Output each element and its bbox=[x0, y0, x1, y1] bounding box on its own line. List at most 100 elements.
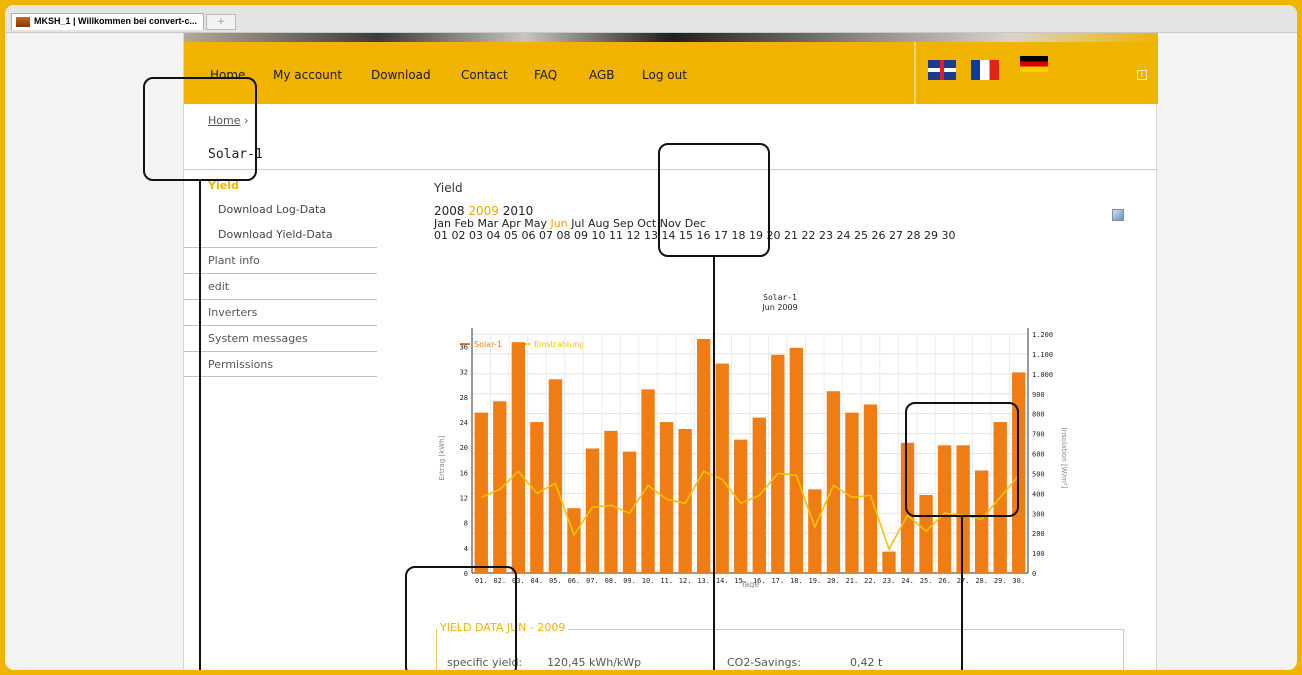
y2-tick-label: 0 bbox=[1032, 570, 1036, 578]
bar-day-22 bbox=[863, 404, 878, 573]
y2-tick-label: 1.000 bbox=[1032, 371, 1053, 379]
x-axis-label: Tage bbox=[740, 580, 760, 588]
nav-download[interactable]: Download bbox=[371, 68, 431, 82]
x-tick-label: 09. bbox=[623, 577, 636, 585]
y2-tick-label: 500 bbox=[1032, 470, 1045, 478]
bar-day-19 bbox=[808, 489, 822, 573]
x-tick-label: 10. bbox=[642, 577, 655, 585]
day-link-30[interactable]: 30 bbox=[942, 229, 956, 242]
y2-tick-label: 100 bbox=[1032, 550, 1045, 558]
bar-day-13 bbox=[696, 339, 711, 573]
bar-day-08 bbox=[604, 430, 618, 573]
uk-flag-icon[interactable] bbox=[928, 60, 956, 80]
sidebar-item-download-yield-data[interactable]: Download Yield-Data bbox=[184, 222, 377, 247]
browser-window: MKSH_1 | Willkommen bei convert-c... + H… bbox=[0, 0, 1302, 675]
x-tick-label: 07. bbox=[586, 577, 599, 585]
y-tick-label: 28 bbox=[460, 394, 468, 402]
y-tick-label: 8 bbox=[464, 520, 468, 528]
y-tick-label: 36 bbox=[460, 344, 468, 352]
day-link-27[interactable]: 27 bbox=[889, 229, 903, 242]
nav-agb[interactable]: AGB bbox=[589, 68, 615, 82]
year-link-2008[interactable]: 2008 bbox=[434, 204, 465, 218]
yield-heading: Yield bbox=[434, 181, 463, 195]
nav-my-account[interactable]: My account bbox=[273, 68, 342, 82]
sidebar-item-edit[interactable]: edit bbox=[184, 273, 377, 299]
x-tick-label: 05. bbox=[549, 577, 562, 585]
day-link-11[interactable]: 11 bbox=[609, 229, 623, 242]
x-tick-label: 11. bbox=[660, 577, 673, 585]
year-link-2010[interactable]: 2010 bbox=[503, 204, 534, 218]
sidebar-item-plant-info[interactable]: Plant info bbox=[184, 247, 377, 273]
info-icon[interactable]: i bbox=[1137, 70, 1147, 80]
france-flag-icon[interactable] bbox=[971, 60, 999, 80]
day-link-23[interactable]: 23 bbox=[819, 229, 833, 242]
bar-day-11 bbox=[659, 422, 674, 573]
bar-day-15 bbox=[734, 439, 748, 573]
main-navbar: Home My account Download Contact FAQ AGB… bbox=[184, 42, 1158, 104]
day-link-10[interactable]: 10 bbox=[592, 229, 606, 242]
y2-tick-label: 700 bbox=[1032, 431, 1045, 439]
day-link-08[interactable]: 08 bbox=[557, 229, 571, 242]
bar-day-07 bbox=[585, 448, 600, 573]
sidebar-item-yield[interactable]: Yield bbox=[184, 179, 377, 197]
bar-day-23 bbox=[882, 551, 896, 573]
x-tick-label: 21. bbox=[846, 577, 859, 585]
year-link-2009[interactable]: 2009 bbox=[468, 204, 499, 218]
bar-day-06 bbox=[567, 508, 581, 573]
day-link-02[interactable]: 02 bbox=[452, 229, 466, 242]
x-tick-label: 20. bbox=[827, 577, 840, 585]
day-link-12[interactable]: 12 bbox=[627, 229, 641, 242]
x-tick-label: 19. bbox=[809, 577, 822, 585]
y-tick-label: 4 bbox=[464, 545, 468, 553]
day-link-24[interactable]: 24 bbox=[837, 229, 851, 242]
day-link-25[interactable]: 25 bbox=[854, 229, 868, 242]
bar-day-10 bbox=[641, 389, 655, 573]
day-link-21[interactable]: 21 bbox=[784, 229, 798, 242]
day-link-13[interactable]: 13 bbox=[644, 229, 658, 242]
y-tick-label: 24 bbox=[460, 419, 468, 427]
y2-tick-label: 1.200 bbox=[1032, 331, 1053, 339]
day-link-07[interactable]: 07 bbox=[539, 229, 553, 242]
day-link-28[interactable]: 28 bbox=[907, 229, 921, 242]
bar-day-18 bbox=[789, 347, 804, 573]
day-link-26[interactable]: 26 bbox=[872, 229, 886, 242]
legend-label-einstrahlung: Einstrahlung bbox=[534, 340, 584, 349]
day-link-01[interactable]: 01 bbox=[434, 229, 448, 242]
export-icon[interactable] bbox=[1112, 209, 1124, 221]
day-link-22[interactable]: 22 bbox=[802, 229, 816, 242]
x-tick-label: 30. bbox=[1012, 577, 1025, 585]
day-link-03[interactable]: 03 bbox=[469, 229, 483, 242]
callout-line bbox=[961, 517, 963, 670]
germany-flag-icon[interactable] bbox=[1020, 56, 1048, 72]
sidebar-item-inverters[interactable]: Inverters bbox=[184, 299, 377, 325]
sidebar-item-system-messages[interactable]: System messages bbox=[184, 325, 377, 351]
nav-contact[interactable]: Contact bbox=[461, 68, 508, 82]
day-link-09[interactable]: 09 bbox=[574, 229, 588, 242]
tab-strip: MKSH_1 | Willkommen bei convert-c... + bbox=[5, 5, 1297, 33]
x-tick-label: 27. bbox=[957, 577, 970, 585]
y2-tick-label: 600 bbox=[1032, 451, 1045, 459]
x-tick-label: 23. bbox=[883, 577, 896, 585]
bar-day-21 bbox=[845, 412, 859, 573]
day-link-05[interactable]: 05 bbox=[504, 229, 518, 242]
y-tick-label: 16 bbox=[460, 469, 468, 477]
day-link-29[interactable]: 29 bbox=[924, 229, 938, 242]
new-tab-button[interactable]: + bbox=[206, 14, 236, 30]
day-selector: 01 02 03 04 05 06 07 08 09 10 11 12 13 1… bbox=[434, 230, 1154, 242]
callout-line bbox=[713, 257, 715, 670]
sidebar-item-permissions[interactable]: Permissions bbox=[184, 351, 377, 377]
x-tick-label: 24. bbox=[901, 577, 914, 585]
day-link-04[interactable]: 04 bbox=[487, 229, 501, 242]
browser-tab-title: MKSH_1 | Willkommen bei convert-c... bbox=[34, 16, 197, 26]
sidebar: Yield Download Log-Data Download Yield-D… bbox=[184, 179, 377, 377]
bar-day-12 bbox=[678, 428, 692, 573]
y-tick-label: 20 bbox=[460, 444, 468, 452]
nav-log-out[interactable]: Log out bbox=[642, 68, 687, 82]
browser-tab[interactable]: MKSH_1 | Willkommen bei convert-c... bbox=[11, 13, 204, 30]
y-tick-label: 32 bbox=[460, 369, 468, 377]
y2-tick-label: 400 bbox=[1032, 490, 1045, 498]
x-tick-label: 28. bbox=[975, 577, 988, 585]
day-link-06[interactable]: 06 bbox=[522, 229, 536, 242]
nav-faq[interactable]: FAQ bbox=[534, 68, 557, 82]
sidebar-item-download-log-data[interactable]: Download Log-Data bbox=[184, 197, 377, 222]
